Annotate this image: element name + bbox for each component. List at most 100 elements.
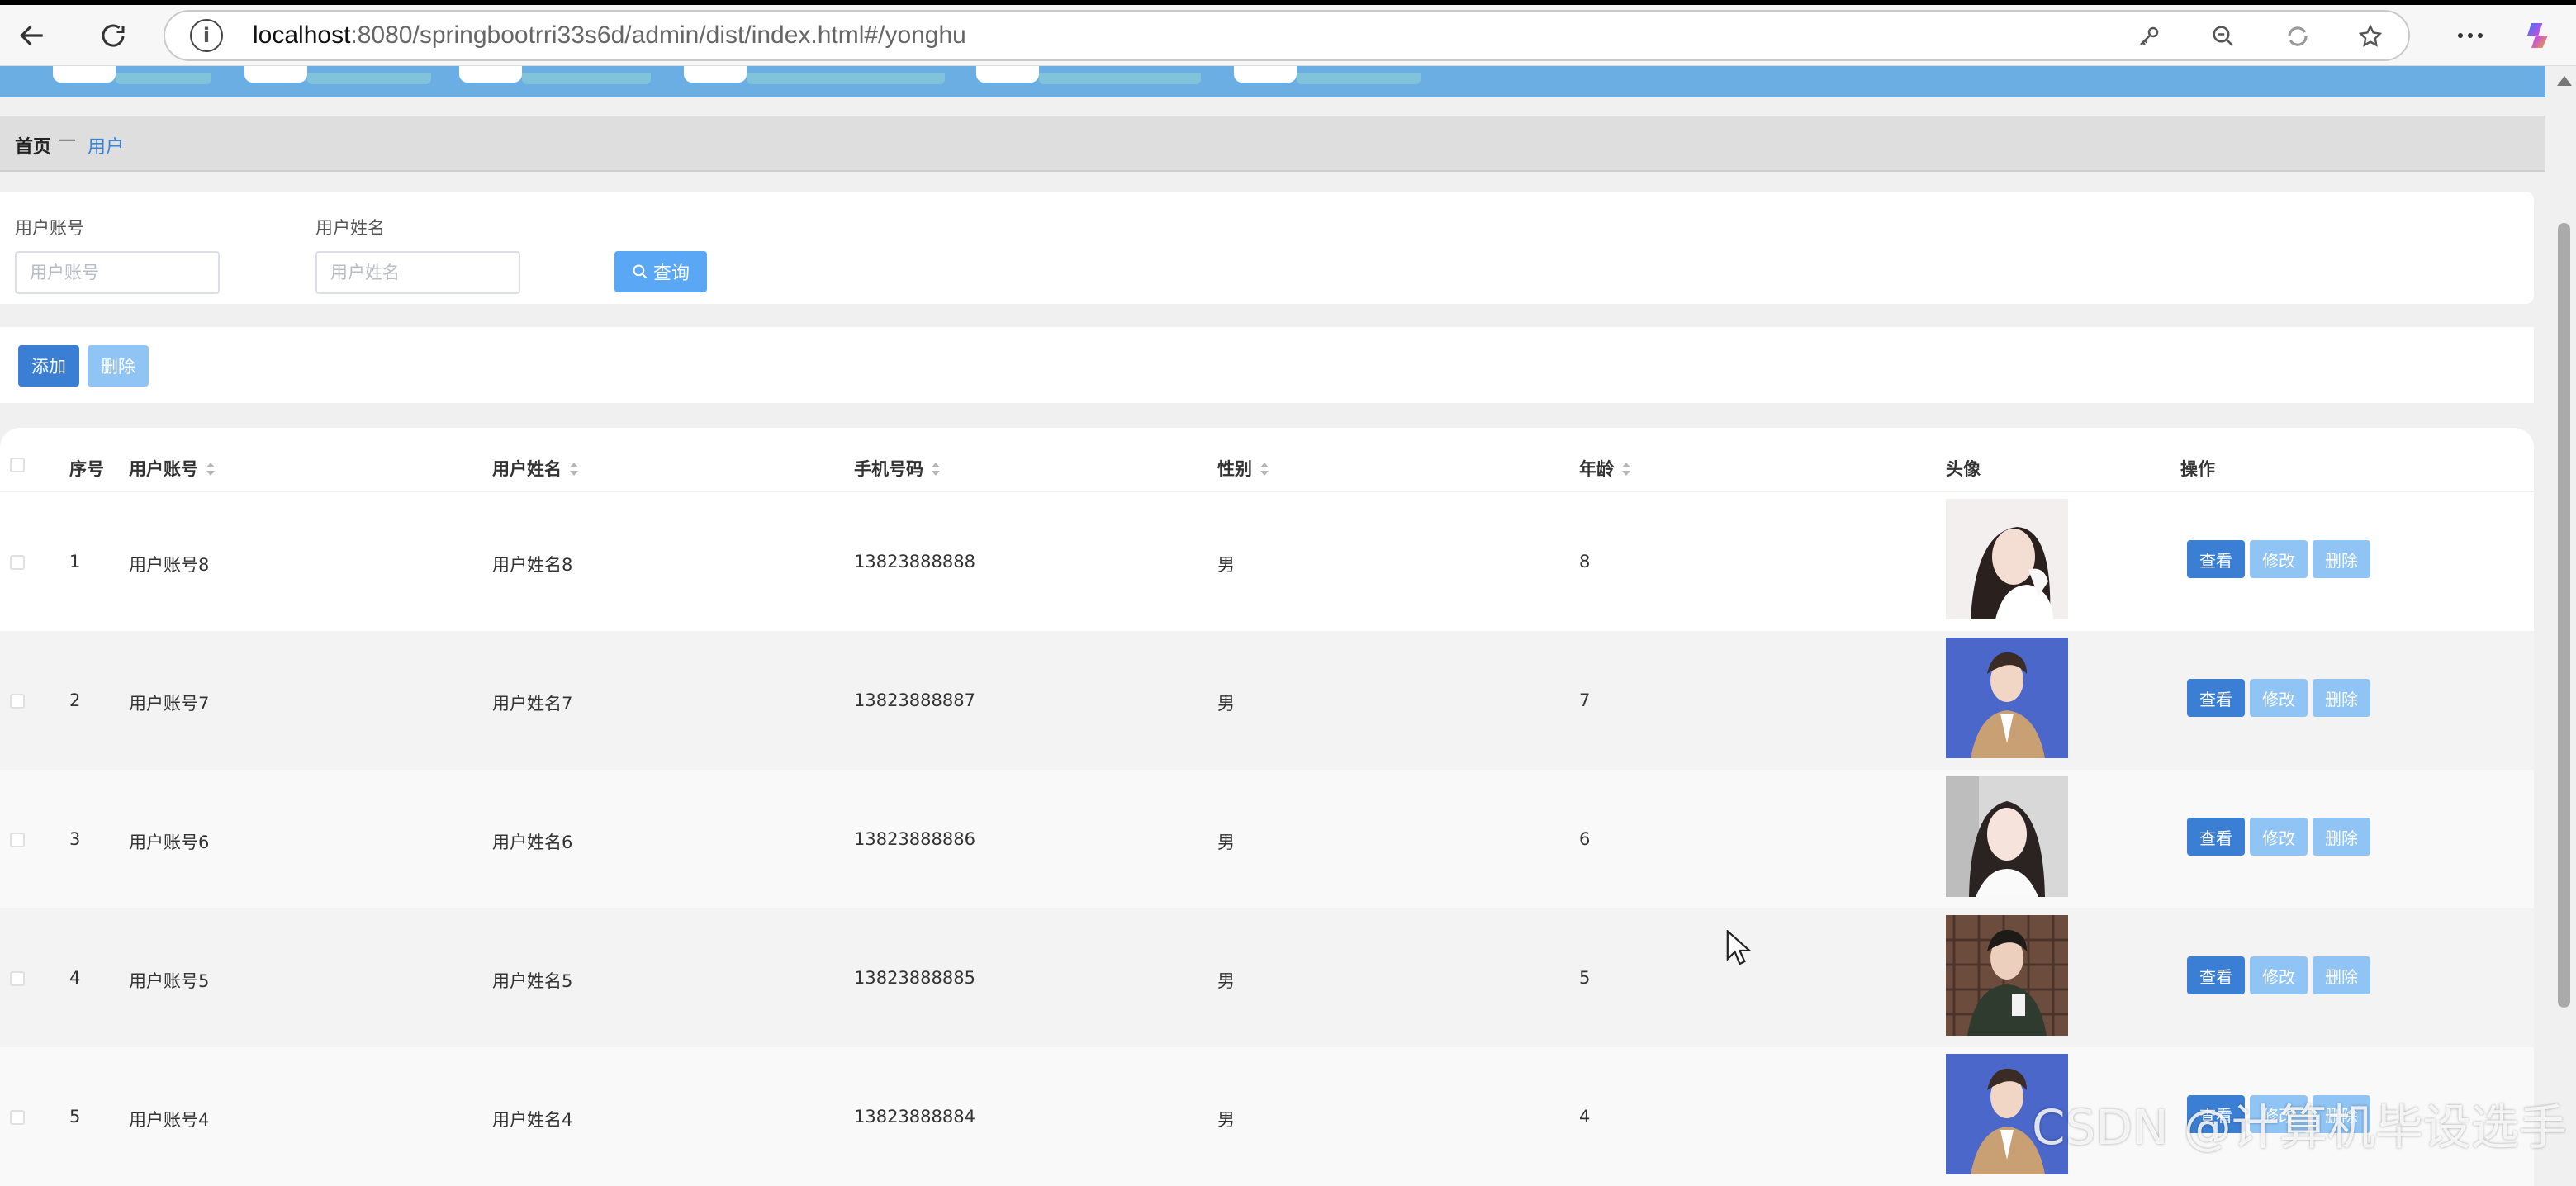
- account-label: 用户账号: [15, 218, 84, 238]
- delete-button[interactable]: 删除: [2313, 540, 2370, 578]
- avatar[interactable]: [1946, 638, 2068, 758]
- search-panel: 用户账号 用户姓名 查询: [0, 192, 2534, 304]
- edit-button[interactable]: 修改: [2250, 956, 2308, 994]
- cell-phone: 13823888884: [854, 1107, 975, 1127]
- cell-phone: 13823888885: [854, 968, 975, 988]
- nav-tab-shadow: [116, 73, 211, 84]
- sort-icon[interactable]: [570, 463, 578, 477]
- nav-tab[interactable]: [976, 66, 1039, 83]
- nav-tab[interactable]: [244, 66, 307, 83]
- more-options-icon[interactable]: [2450, 15, 2491, 56]
- cell-phone: 13823888886: [854, 829, 975, 849]
- nav-tab-shadow: [522, 73, 651, 84]
- cell-index: 2: [69, 690, 81, 710]
- scrollbar-thumb[interactable]: [2558, 223, 2570, 1008]
- reload-icon[interactable]: [93, 15, 134, 56]
- info-icon[interactable]: i: [190, 19, 223, 52]
- read-aloud-icon[interactable]: [2279, 18, 2316, 55]
- cell-gender: 男: [1217, 555, 1235, 575]
- cell-age: 4: [1579, 1107, 1591, 1127]
- delete-selected-button[interactable]: 删除: [88, 345, 149, 387]
- cell-name: 用户姓名7: [492, 694, 573, 714]
- nav-tab-shadow: [307, 73, 431, 84]
- account-search-input[interactable]: [15, 251, 220, 294]
- header-age[interactable]: 年龄: [1579, 456, 1630, 481]
- search-button[interactable]: 查询: [614, 251, 707, 292]
- view-button[interactable]: 查看: [2187, 956, 2245, 994]
- avatar[interactable]: [1946, 915, 2068, 1036]
- view-button[interactable]: 查看: [2187, 540, 2245, 578]
- breadcrumb-separator: —: [58, 130, 76, 150]
- view-button[interactable]: 查看: [2187, 679, 2245, 717]
- cell-index: 1: [69, 552, 81, 572]
- copilot-icon[interactable]: [2519, 15, 2560, 56]
- breadcrumb-home[interactable]: 首页: [15, 132, 51, 159]
- cell-account: 用户账号6: [129, 833, 210, 852]
- scroll-up-arrow-icon[interactable]: [2557, 76, 2572, 86]
- sort-icon[interactable]: [206, 463, 215, 477]
- sort-icon[interactable]: [1260, 463, 1269, 477]
- back-arrow-icon[interactable]: [12, 15, 53, 56]
- nav-tab[interactable]: [459, 66, 522, 83]
- cell-account: 用户账号4: [129, 1110, 210, 1130]
- view-button[interactable]: 查看: [2187, 818, 2245, 856]
- search-icon: [633, 264, 648, 279]
- row-checkbox[interactable]: [10, 833, 25, 847]
- mouse-cursor-icon: [1726, 929, 1753, 970]
- table-row: 3 用户账号6 用户姓名6 13823888886 男 6 查看 修改 删除: [0, 770, 2534, 908]
- browser-toolbar: i localhost:8080/springbootrri33s6d/admi…: [0, 0, 2576, 66]
- avatar[interactable]: [1946, 499, 2068, 619]
- sort-icon[interactable]: [932, 463, 940, 477]
- delete-button[interactable]: 删除: [2313, 818, 2370, 856]
- cell-age: 8: [1579, 552, 1591, 572]
- header-phone[interactable]: 手机号码: [854, 456, 940, 481]
- zoom-out-icon[interactable]: [2205, 18, 2242, 55]
- row-checkbox[interactable]: [10, 694, 25, 709]
- delete-button[interactable]: 删除: [2313, 679, 2370, 717]
- cell-gender: 男: [1217, 694, 1235, 714]
- header-operation: 操作: [2180, 459, 2215, 479]
- cell-age: 7: [1579, 690, 1591, 710]
- cell-index: 5: [69, 1107, 81, 1127]
- breadcrumb: 首页 — 用户: [0, 116, 2545, 172]
- nav-tab-shadow: [747, 73, 945, 84]
- nav-tab[interactable]: [1234, 66, 1297, 83]
- url-text[interactable]: localhost:8080/springbootrri33s6d/admin/…: [253, 21, 966, 50]
- header-index: 序号: [69, 459, 104, 479]
- nav-tab-shadow: [1039, 73, 1201, 84]
- key-icon[interactable]: [2131, 18, 2167, 55]
- cell-index: 3: [69, 829, 81, 849]
- avatar[interactable]: [1946, 776, 2068, 897]
- favorite-star-icon[interactable]: [2352, 18, 2389, 55]
- add-button[interactable]: 添加: [18, 345, 79, 387]
- cell-account: 用户账号8: [129, 555, 210, 575]
- name-search-input[interactable]: [315, 251, 520, 294]
- cell-name: 用户姓名8: [492, 555, 573, 575]
- search-button-label: 查询: [652, 263, 690, 284]
- header-name[interactable]: 用户姓名: [492, 456, 578, 481]
- table-row: 4 用户账号5 用户姓名5 13823888885 男 5 查看 修改 删除: [0, 908, 2534, 1047]
- edit-button[interactable]: 修改: [2250, 818, 2308, 856]
- address-bar[interactable]: i localhost:8080/springbootrri33s6d/admi…: [164, 10, 2410, 61]
- name-label: 用户姓名: [315, 218, 385, 238]
- header-account[interactable]: 用户账号: [129, 456, 215, 481]
- nav-tab-shadow: [1297, 73, 1421, 84]
- nav-tab[interactable]: [53, 66, 116, 83]
- delete-button[interactable]: 删除: [2313, 956, 2370, 994]
- app-header-nav: [0, 66, 2545, 97]
- watermark: CSDN @计算机毕设选手: [2032, 1099, 2567, 1155]
- row-checkbox[interactable]: [10, 971, 25, 986]
- nav-tab[interactable]: [684, 66, 747, 83]
- select-all-checkbox[interactable]: [10, 458, 25, 472]
- cell-age: 6: [1579, 829, 1591, 849]
- row-checkbox[interactable]: [10, 555, 25, 570]
- table-row: 2 用户账号7 用户姓名7 13823888887 男 7 查看 修改 删除: [0, 631, 2534, 770]
- cell-phone: 13823888887: [854, 690, 975, 710]
- header-gender[interactable]: 性别: [1217, 456, 1269, 481]
- edit-button[interactable]: 修改: [2250, 679, 2308, 717]
- row-checkbox[interactable]: [10, 1110, 25, 1125]
- page-scrollbar[interactable]: [2552, 66, 2576, 1160]
- sort-icon[interactable]: [1622, 463, 1630, 477]
- cell-phone: 13823888888: [854, 552, 975, 572]
- edit-button[interactable]: 修改: [2250, 540, 2308, 578]
